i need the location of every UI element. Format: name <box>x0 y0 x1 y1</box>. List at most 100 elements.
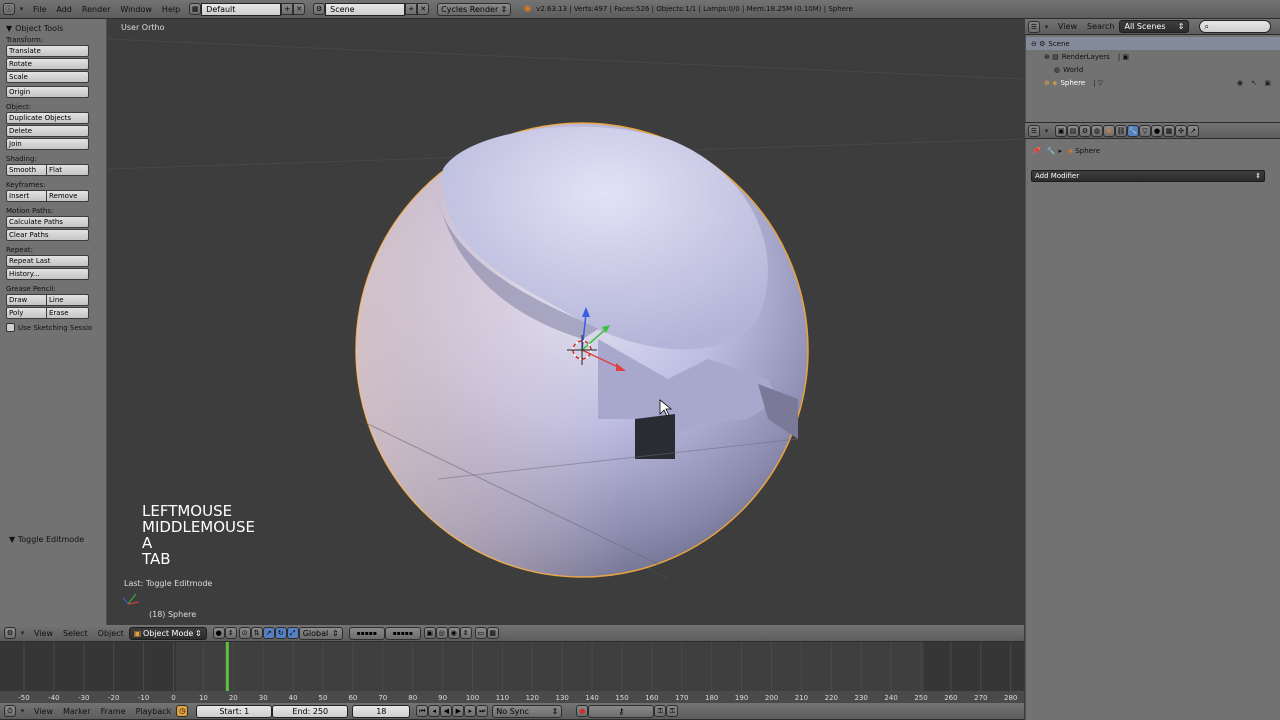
object-tools-panel-header[interactable]: ▼ Object Tools <box>6 22 100 35</box>
snap-element-icon[interactable]: ⇕ <box>459 627 472 639</box>
layer-buttons[interactable]: ▪▪▪▪▪ <box>348 626 385 640</box>
editor-type-button[interactable]: ☰ <box>1028 20 1040 33</box>
history-button[interactable]: History... <box>6 268 89 280</box>
material-context-icon[interactable]: ● <box>1151 124 1163 137</box>
render-camera-icon[interactable]: ▣ <box>1264 79 1271 87</box>
repeat-last-button[interactable]: Repeat Last <box>6 255 89 267</box>
pivot-center-icon[interactable]: ⊙ <box>238 627 251 639</box>
use-sketching-session-checkbox[interactable]: Use Sketching Sessio <box>6 323 100 332</box>
erase-button[interactable]: Erase <box>47 307 89 319</box>
timeline-canvas[interactable]: -50 -40 -30 -20 -10 0 10 20 30 40 50 60 70 80 90 100 110… <box>0 642 1024 703</box>
menu-file[interactable]: File <box>28 5 51 14</box>
menu-frame[interactable]: Frame <box>96 707 131 716</box>
pivot-point-icon[interactable]: ⇕ <box>224 627 237 639</box>
poly-button[interactable]: Poly <box>6 307 47 319</box>
collapse-menu-icon[interactable]: ▾ <box>1040 20 1053 33</box>
collapse-menu-icon[interactable]: ▾ <box>15 3 28 16</box>
record-icon[interactable]: ● <box>576 705 589 717</box>
jump-start-icon[interactable]: ⏮ <box>416 705 429 717</box>
delete-keyframe-icon[interactable]: ⚿ <box>666 705 679 717</box>
world-context-icon[interactable]: ◍ <box>1091 124 1103 137</box>
editor-type-button[interactable]: ☰ <box>1028 124 1040 137</box>
menu-render[interactable]: Render <box>77 5 115 14</box>
editor-type-button[interactable]: ⏱ <box>4 705 16 717</box>
object-context-icon[interactable]: ◈ <box>1103 124 1115 137</box>
outliner-item-scene[interactable]: ⊖ ⚙ Scene <box>1026 37 1280 50</box>
layout-field[interactable]: Default <box>201 2 282 16</box>
outliner-item-sphere[interactable]: ⊕ ◈ Sphere | ▽ ◉ ↖ ▣ <box>1026 76 1280 89</box>
current-frame-field[interactable]: 18 <box>352 704 411 718</box>
sync-mode-select[interactable]: No Sync ⇕ <box>492 704 563 718</box>
outliner-search-input[interactable]: ⌕ <box>1199 20 1272 33</box>
rotate-button[interactable]: Rotate <box>6 58 89 70</box>
viewport-shading-icon[interactable]: ● <box>212 627 225 639</box>
interaction-mode-select[interactable]: ▣ Object Mode ⇕ <box>128 626 207 640</box>
timeline-editor[interactable]: -50 -40 -30 -20 -10 0 10 20 30 40 50 60 70 80 90 100 110… <box>0 642 1024 703</box>
end-frame-field[interactable]: End: 250 <box>272 704 349 718</box>
collapse-menu-icon[interactable]: ▾ <box>1040 124 1053 137</box>
remove-keyframe-button[interactable]: Remove <box>47 190 89 202</box>
menu-view[interactable]: View <box>29 629 58 638</box>
scale-button[interactable]: Scale <box>6 71 89 83</box>
editor-type-button[interactable]: ⚙ <box>4 627 16 639</box>
data-context-icon[interactable]: ▽ <box>1139 124 1151 137</box>
flat-button[interactable]: Flat <box>47 164 89 176</box>
proportional-editing-icon[interactable]: ◎ <box>435 627 448 639</box>
opengl-animation-icon[interactable]: ▦ <box>486 627 499 639</box>
add-layout-button[interactable]: + <box>281 3 294 15</box>
insert-keyframe-button[interactable]: Insert <box>6 190 47 202</box>
opengl-render-icon[interactable]: ▭ <box>474 627 487 639</box>
menu-marker[interactable]: Marker <box>58 707 96 716</box>
pin-icon[interactable]: 📌 <box>1032 147 1041 155</box>
transform-orientation-select[interactable]: Global ⇕ <box>298 626 343 640</box>
selectable-cursor-icon[interactable]: ↖ <box>1251 79 1257 87</box>
menu-help[interactable]: Help <box>157 5 185 14</box>
manipulator-toggle-icon[interactable]: ⇅ <box>250 627 263 639</box>
visibility-eye-icon[interactable]: ◉ <box>1237 79 1243 87</box>
line-button[interactable]: Line <box>47 294 89 306</box>
menu-playback[interactable]: Playback <box>131 707 177 716</box>
add-modifier-dropdown[interactable]: Add Modifier ⇕ <box>1031 170 1265 182</box>
screen-layout-icon[interactable]: ▦ <box>189 3 202 15</box>
draw-button[interactable]: Draw <box>6 294 47 306</box>
remove-layout-button[interactable]: ✕ <box>293 3 306 15</box>
texture-context-icon[interactable]: ▦ <box>1163 124 1175 137</box>
layer-buttons-2[interactable]: ▪▪▪▪▪ <box>384 626 421 640</box>
duplicate-objects-button[interactable]: Duplicate Objects <box>6 112 89 124</box>
next-keyframe-icon[interactable]: ▸ <box>464 705 477 717</box>
jump-end-icon[interactable]: ⏭ <box>476 705 489 717</box>
outliner-item-renderlayers[interactable]: ⊕ ▤ RenderLayers | ▣ <box>1026 50 1280 63</box>
scene-icon[interactable]: ⚙ <box>313 3 326 15</box>
start-frame-field[interactable]: Start: 1 <box>196 704 273 718</box>
rotate-manipulator-icon[interactable]: ↻ <box>274 627 287 639</box>
insert-keyframe-icon[interactable]: ⚿ <box>654 705 667 717</box>
render-context-icon[interactable]: ▣ <box>1055 124 1067 137</box>
menu-window[interactable]: Window <box>115 5 157 14</box>
keying-set-field[interactable]: ⚷ <box>588 704 655 718</box>
toggle-editmode-panel-header[interactable]: ▼ Toggle Editmode <box>9 535 84 544</box>
editor-type-button[interactable]: ⓘ <box>3 3 15 15</box>
render-engine-select[interactable]: Cycles Render ⇕ <box>437 2 512 16</box>
collapse-menu-icon[interactable]: ▾ <box>16 705 29 718</box>
particles-context-icon[interactable]: ✣ <box>1175 124 1187 137</box>
menu-add[interactable]: Add <box>51 5 77 14</box>
physics-context-icon[interactable]: ↗ <box>1187 124 1199 137</box>
join-button[interactable]: Join <box>6 138 89 150</box>
play-reverse-icon[interactable]: ◀ <box>440 705 453 717</box>
menu-object[interactable]: Object <box>93 629 129 638</box>
constraints-context-icon[interactable]: ⛓ <box>1115 124 1127 137</box>
menu-view[interactable]: View <box>1053 22 1082 31</box>
snap-icon[interactable]: ◉ <box>447 627 460 639</box>
add-scene-button[interactable]: + <box>405 3 418 15</box>
menu-view[interactable]: View <box>29 707 58 716</box>
smooth-button[interactable]: Smooth <box>6 164 47 176</box>
play-icon[interactable]: ▶ <box>452 705 465 717</box>
modifiers-context-icon[interactable]: 🔧 <box>1127 124 1139 137</box>
clear-paths-button[interactable]: Clear Paths <box>6 229 89 241</box>
renderlayer-context-icon[interactable]: ▤ <box>1067 124 1079 137</box>
preview-range-icon[interactable]: ◷ <box>176 705 189 717</box>
3d-viewport[interactable]: User Ortho LEFTMOUSE MIDDLEMOUSE A TAB L… <box>108 19 1024 625</box>
outliner[interactable]: ⊖ ⚙ Scene ⊕ ▤ RenderLayers | ▣ ◍ World ⊕ ◈ Sp… <box>1025 35 1280 122</box>
display-mode-select[interactable]: All Scenes ⇕ <box>1119 20 1190 33</box>
translate-button[interactable]: Translate <box>6 45 89 57</box>
